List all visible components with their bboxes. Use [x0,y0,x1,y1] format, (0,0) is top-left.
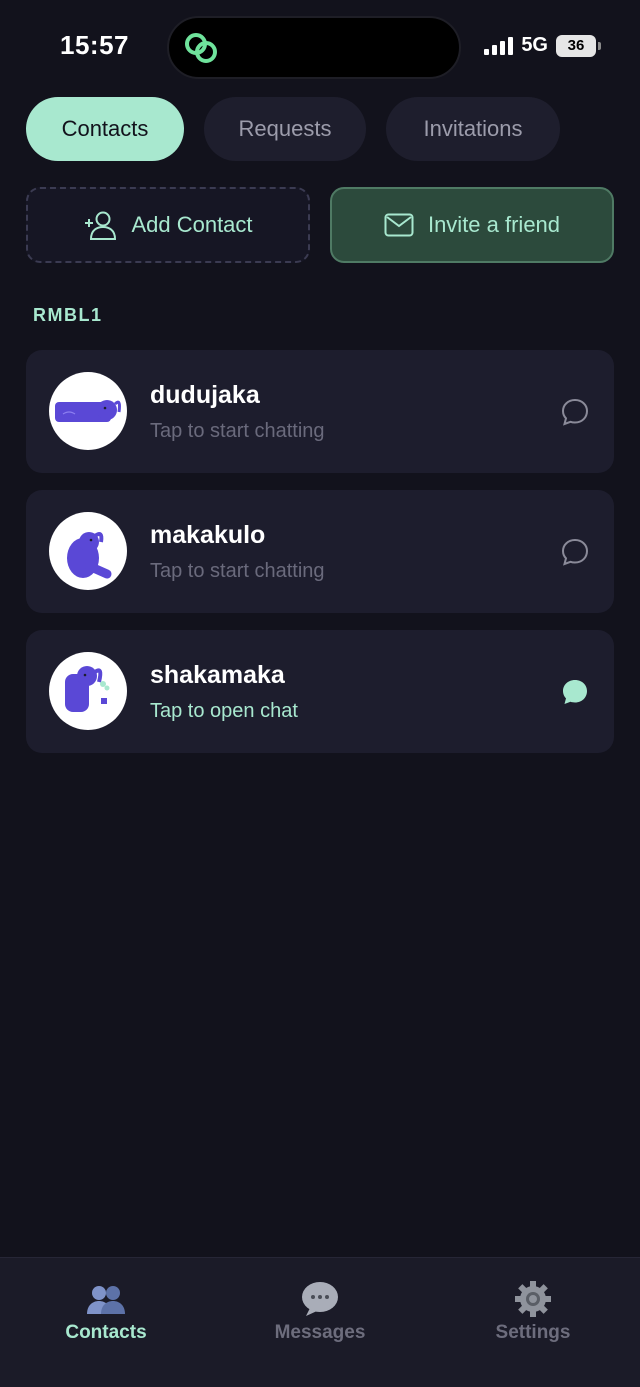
contact-subtitle: Tap to start chatting [150,560,325,582]
linked-rings-icon [185,33,217,63]
gear-icon [515,1281,551,1317]
battery-level: 36 [567,37,585,54]
contact-name: makakulo [150,521,266,549]
nav-contacts-label: Contacts [65,1322,147,1343]
tab-requests[interactable]: Requests [204,97,366,161]
battery-icon: 36 [556,34,601,57]
add-contact-label: Add Contact [131,212,253,237]
elephant-lying-icon [55,400,121,422]
status-indicators: 5G 36 [484,34,601,57]
elephant-sitting-icon [67,532,112,579]
nav-contacts[interactable]: Contacts [26,1280,186,1344]
speech-bubble-icon [302,1282,338,1316]
add-user-icon [85,211,117,240]
contact-subtitle: Tap to open chat [150,700,298,722]
network-type: 5G [521,34,548,56]
avatar [49,652,127,730]
contact-name: dudujaka [150,381,260,409]
tab-invitations[interactable]: Invitations [386,97,560,161]
contact-subtitle: Tap to start chatting [150,420,325,442]
people-icon [87,1286,125,1314]
dynamic-island [167,16,461,79]
nav-messages-label: Messages [274,1322,366,1343]
nav-settings[interactable]: Settings [453,1280,613,1344]
nav-settings-label: Settings [495,1322,571,1343]
invite-friend-label: Invite a friend [427,212,561,237]
contact-card[interactable]: shakamaka Tap to open chat [26,630,614,753]
avatar [49,512,127,590]
tab-bar: Contacts Requests Invitations [26,97,560,161]
tab-contacts[interactable]: Contacts [26,97,184,161]
envelope-icon [384,213,414,237]
section-label: RMBL1 [33,305,103,325]
chat-bubble-outline-icon[interactable] [560,397,590,427]
chat-bubble-outline-icon[interactable] [560,537,590,567]
nav-messages[interactable]: Messages [240,1280,400,1344]
contact-card[interactable]: dudujaka Tap to start chatting [26,350,614,473]
status-time: 15:57 [60,30,129,60]
avatar [49,372,127,450]
contacts-screen: 15:57 5G 36 Contacts Requests Invitation… [0,0,640,1387]
bottom-navigation: Contacts Messages Settings [0,1257,640,1387]
contact-card[interactable]: makakulo Tap to start chatting [26,490,614,613]
status-bar: 15:57 5G 36 [0,0,640,95]
add-contact-button[interactable]: Add Contact [26,187,310,263]
elephant-standing-icon [65,666,110,712]
invite-friend-button[interactable]: Invite a friend [330,187,614,263]
contact-name: shakamaka [150,661,285,689]
signal-icon [484,36,514,55]
chat-bubble-filled-icon[interactable] [560,677,590,707]
